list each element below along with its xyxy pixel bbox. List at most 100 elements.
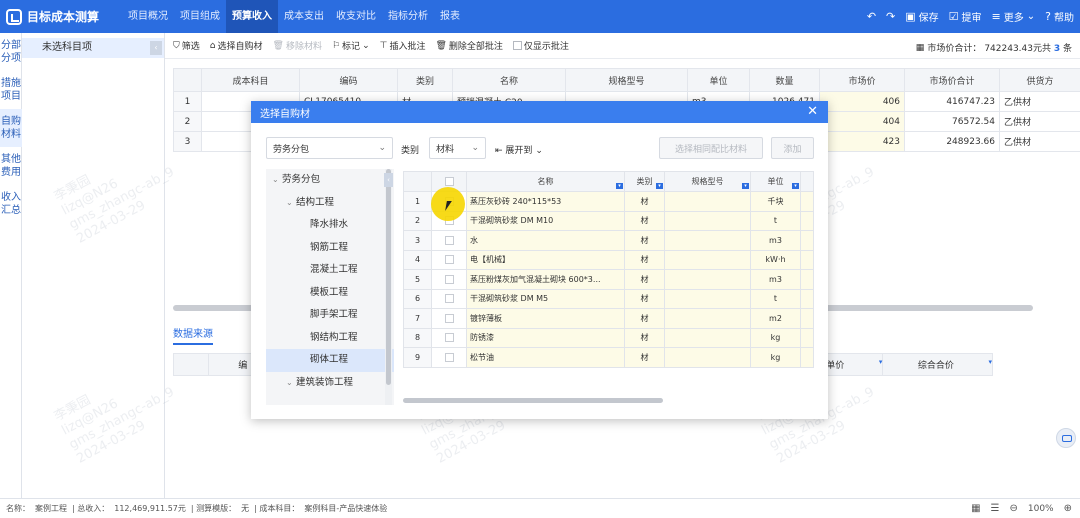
unselected-subject-item[interactable]: 未选科目项 ‹ xyxy=(22,38,164,58)
grid-header-name[interactable]: 名称 xyxy=(452,68,566,92)
table-row[interactable]: 9 松节油材 kg xyxy=(403,347,814,368)
material-category[interactable]: 材 xyxy=(624,327,665,348)
material-category[interactable]: 材 xyxy=(624,288,665,309)
tree-node[interactable]: 脚手架工程 xyxy=(266,304,394,327)
nav-item-indicator[interactable]: 指标分析 xyxy=(382,0,434,33)
remove-material-button[interactable]: 🗑 移除材料 xyxy=(273,39,322,53)
tree-node[interactable]: 混凝土工程 xyxy=(266,259,394,282)
chevron-down-icon[interactable]: ⌄ xyxy=(286,192,296,215)
vtab-self-purchased[interactable]: 自购材料 xyxy=(0,109,22,147)
select-same-ratio-button[interactable]: 选择相同配比材料 xyxy=(659,137,763,159)
only-annotations-checkbox[interactable]: 仅显示批注 xyxy=(512,39,569,52)
vtab-other-fees[interactable]: 其他费用 xyxy=(0,147,22,185)
nav-item-cost-expense[interactable]: 成本支出 xyxy=(278,0,330,33)
material-unit[interactable]: kg xyxy=(750,327,801,348)
material-unit[interactable]: t xyxy=(750,288,801,309)
material-unit[interactable]: 千块 xyxy=(750,191,801,212)
vtab-sub-items[interactable]: 分部分项 xyxy=(0,33,22,71)
tree-node[interactable]: ⌄ 建筑装饰工程 xyxy=(266,372,394,395)
chevron-down-icon[interactable]: ⌄ xyxy=(272,169,282,192)
grid-header-spec[interactable]: 规格型号 xyxy=(565,68,688,92)
table-row[interactable]: 3 水材 m3 xyxy=(403,230,814,251)
table-row[interactable]: 1 蒸压灰砂砖 240*115*53 材 千块 xyxy=(403,191,814,212)
filter-icon[interactable]: ▾ xyxy=(656,183,663,189)
mgrid-header-category[interactable]: 类别 ▾ xyxy=(624,171,665,192)
insert-annotation-button[interactable]: ⊤ 插入批注 xyxy=(380,39,426,53)
row-checkbox[interactable] xyxy=(431,347,467,368)
material-spec[interactable] xyxy=(664,191,751,212)
grid-header-market-total[interactable]: 市场价合计 xyxy=(904,68,1000,92)
tree-node[interactable]: 降水排水 xyxy=(266,214,394,237)
table-row[interactable]: 5 蒸压粉煤灰加气混凝土砌块 600*3... 材 m3 xyxy=(403,269,814,290)
tree-node[interactable]: 钢结构工程 xyxy=(266,327,394,350)
material-unit[interactable]: t xyxy=(750,210,801,231)
row-checkbox[interactable] xyxy=(431,230,467,251)
grid-header-subject[interactable]: 成本科目 xyxy=(201,68,300,92)
scope-select[interactable]: 劳务分包 ⌄ xyxy=(266,137,393,159)
mgrid-header-spec[interactable]: 规格型号 ▾ xyxy=(664,171,751,192)
table-row[interactable]: 4 电【机械】材 kW·h xyxy=(403,249,814,270)
material-name[interactable]: 电【机械】 xyxy=(466,249,625,270)
material-spec[interactable] xyxy=(664,308,751,329)
mgrid-scrollbar[interactable] xyxy=(403,398,663,403)
material-category[interactable]: 材 xyxy=(624,210,665,231)
add-button[interactable]: 添加 xyxy=(771,137,814,159)
material-unit[interactable]: m3 xyxy=(750,269,801,290)
delete-all-annotations-button[interactable]: 🗑 删除全部批注 xyxy=(435,39,502,53)
material-category[interactable]: 材 xyxy=(624,269,665,290)
grid-header-code[interactable]: 编码 xyxy=(299,68,398,92)
help-button[interactable]: ? 帮助 xyxy=(1045,9,1074,24)
category-select[interactable]: 材料 ⌄ xyxy=(429,137,486,159)
mgrid-header-unit[interactable]: 单位 ▾ xyxy=(750,171,801,192)
undo-button[interactable]: ↶ xyxy=(867,10,876,23)
row-checkbox[interactable] xyxy=(431,269,467,290)
zoom-out-icon[interactable]: ⊖ xyxy=(1009,503,1017,514)
tree-scrollbar[interactable] xyxy=(386,169,391,385)
material-name[interactable]: 干混砌筑砂浆 DM M10 xyxy=(466,210,625,231)
material-spec[interactable] xyxy=(664,249,751,270)
filter-button[interactable]: ⛉ 筛选 xyxy=(173,39,200,53)
material-unit[interactable]: kg xyxy=(750,347,801,368)
material-category[interactable]: 材 xyxy=(624,249,665,270)
material-category[interactable]: 材 xyxy=(624,347,665,368)
more-menu-button[interactable]: ≡ 更多 ⌄ xyxy=(992,9,1036,24)
grid-header-market-price[interactable]: 市场价 xyxy=(819,68,905,92)
tree-node[interactable]: 钢筋工程 xyxy=(266,237,394,260)
mark-button[interactable]: ⚐ 标记 ⌄ xyxy=(332,39,370,53)
grid2-header-total-price[interactable]: 综合合价 ▾ xyxy=(882,353,993,376)
collapse-tree-button[interactable]: ‹ xyxy=(384,173,393,187)
sort-icon[interactable]: ▾ xyxy=(988,358,992,366)
nav-item-compare[interactable]: 收支对比 xyxy=(330,0,382,33)
material-name[interactable]: 镀锌薄板 xyxy=(466,308,625,329)
material-unit[interactable]: kW·h xyxy=(750,249,801,270)
expand-to-dropdown[interactable]: ⇤ 展开到 ⌄ xyxy=(495,143,543,156)
vtab-measures[interactable]: 措施项目 xyxy=(0,71,22,109)
material-unit[interactable]: m2 xyxy=(750,308,801,329)
material-spec[interactable] xyxy=(664,327,751,348)
grid-header-supplier[interactable]: 供货方 xyxy=(999,68,1080,92)
material-category[interactable]: 材 xyxy=(624,191,665,212)
tree-node[interactable]: ⌄ 结构工程 xyxy=(266,192,394,215)
material-name[interactable]: 防锈漆 xyxy=(466,327,625,348)
material-name[interactable]: 松节油 xyxy=(466,347,625,368)
grid-view-icon[interactable]: ▦ xyxy=(971,503,980,514)
save-button[interactable]: ▣ 保存 xyxy=(905,9,938,24)
material-name[interactable]: 蒸压粉煤灰加气混凝土砌块 600*3... xyxy=(466,269,625,290)
nav-item-overview[interactable]: 项目概况 xyxy=(122,0,174,33)
filter-icon[interactable]: ▾ xyxy=(742,183,749,189)
material-spec[interactable] xyxy=(664,288,751,309)
close-icon[interactable]: ✕ xyxy=(807,104,818,119)
submit-review-button[interactable]: ☑ 提审 xyxy=(949,9,982,24)
vtab-income-summary[interactable]: 收入汇总 xyxy=(0,185,22,223)
row-checkbox[interactable] xyxy=(431,249,467,270)
table-row[interactable]: 7 镀锌薄板材 m2 xyxy=(403,308,814,329)
table-row[interactable]: 8 防锈漆材 kg xyxy=(403,327,814,348)
material-spec[interactable] xyxy=(664,210,751,231)
collapse-panel-button[interactable]: ‹ xyxy=(150,41,162,55)
material-name[interactable]: 干混砌筑砂浆 DM M5 xyxy=(466,288,625,309)
nav-item-report[interactable]: 报表 xyxy=(434,0,466,33)
grid-header-category[interactable]: 类别 xyxy=(397,68,453,92)
tab-data-source[interactable]: 数据来源 xyxy=(173,325,213,345)
grid-header-quantity[interactable]: 数量 xyxy=(749,68,820,92)
zoom-in-icon[interactable]: ⊕ xyxy=(1064,503,1072,514)
